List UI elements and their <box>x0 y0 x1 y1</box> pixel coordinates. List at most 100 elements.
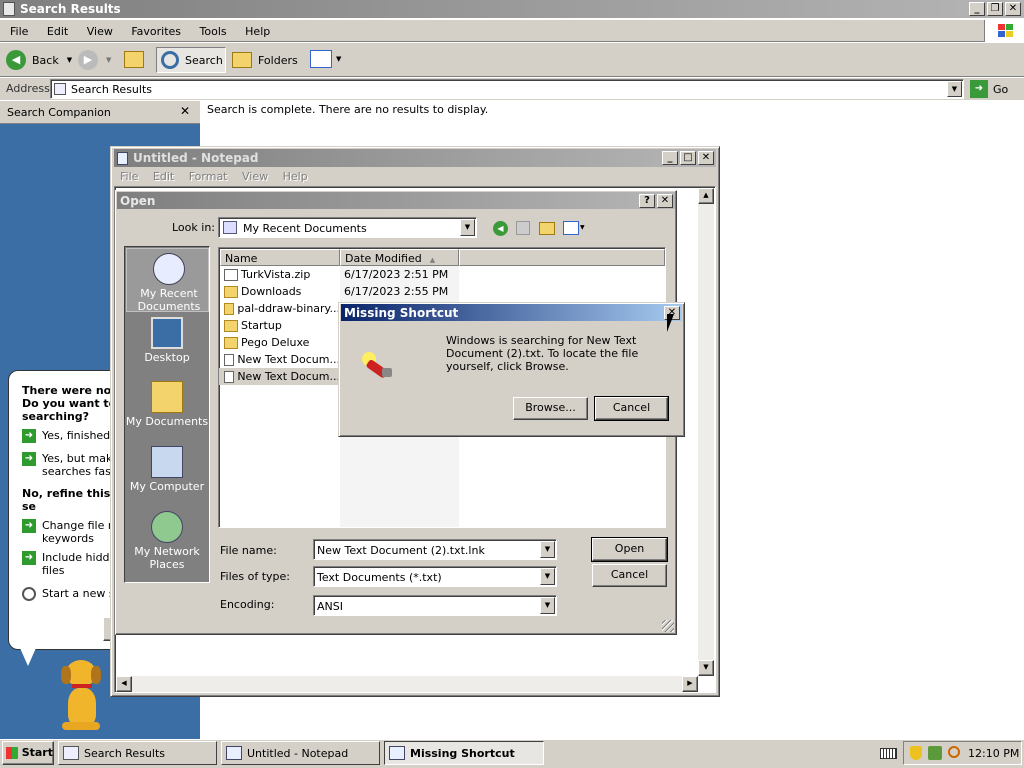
encoding-dropdown-icon[interactable]: ▼ <box>540 597 555 614</box>
missing-shortcut-cancel-button[interactable]: Cancel <box>594 396 669 421</box>
column-header-date[interactable]: Date Modified ▲ <box>340 249 459 266</box>
security-shield-icon[interactable] <box>910 746 922 760</box>
file-name: New Text Docum... <box>237 370 340 383</box>
back-button[interactable]: ◀ Back ▼ <box>6 49 72 71</box>
open-button[interactable]: Open <box>591 537 668 562</box>
file-shortcut-icon <box>224 353 235 366</box>
place-my-documents[interactable]: My Documents <box>125 381 209 428</box>
back-dropdown-icon[interactable]: ▼ <box>67 56 72 64</box>
file-shortcut-icon <box>224 268 238 281</box>
up-folder-icon[interactable] <box>124 51 144 68</box>
new-folder-icon[interactable] <box>539 222 555 235</box>
address-label: Address <box>6 82 50 95</box>
menu-edit[interactable]: Edit <box>47 25 68 38</box>
green-arrow-icon: ➜ <box>22 551 36 565</box>
notepad-titlebar[interactable]: Untitled - Notepad _ □ ✕ <box>114 149 716 167</box>
minimize-button[interactable]: _ <box>969 2 985 16</box>
open-close-button[interactable]: ✕ <box>657 193 673 208</box>
notepad-menu-format[interactable]: Format <box>189 170 228 183</box>
resize-grip-icon[interactable] <box>662 620 674 632</box>
menu-file[interactable]: File <box>10 25 28 38</box>
balloon-tail <box>20 648 36 666</box>
browse-button[interactable]: Browse... <box>513 397 588 420</box>
look-in-dropdown-icon[interactable]: ▼ <box>460 219 475 236</box>
recent-documents-icon <box>153 253 185 285</box>
go-button[interactable]: ➜ Go <box>970 79 1008 99</box>
search-window-title: Search Results <box>20 2 121 16</box>
search-toolbar-button[interactable]: Search <box>156 47 226 73</box>
scroll-down-icon[interactable]: ▼ <box>698 660 714 676</box>
menu-favorites[interactable]: Favorites <box>131 25 181 38</box>
menu-help[interactable]: Help <box>245 25 270 38</box>
forward-dropdown-icon[interactable]: ▼ <box>106 56 111 64</box>
taskbar-missing-shortcut[interactable]: Missing Shortcut <box>384 741 544 765</box>
flashlight-icon <box>362 352 394 380</box>
notepad-minimize-button[interactable]: _ <box>662 151 678 165</box>
scroll-up-icon[interactable]: ▲ <box>698 188 714 204</box>
places-bar: My Recent Documents Desktop My Documents… <box>124 246 210 583</box>
search-window-titlebar[interactable]: Search Results _ ❐ ✕ <box>0 0 1024 18</box>
taskbar-notepad[interactable]: Untitled - Notepad <box>221 741 380 765</box>
start-button[interactable]: Start <box>2 741 54 765</box>
open-dialog-titlebar[interactable]: Open ? ✕ <box>117 192 675 209</box>
search-tray-icon[interactable] <box>948 746 960 758</box>
files-of-type-dropdown[interactable]: Text Documents (*.txt) ▼ <box>313 566 557 587</box>
notepad-menu-edit[interactable]: Edit <box>153 170 174 183</box>
file-type-dropdown-icon[interactable]: ▼ <box>540 568 555 585</box>
file-name: pal-ddraw-binary... <box>237 302 340 315</box>
place-my-computer[interactable]: My Computer <box>125 446 209 493</box>
notepad-maximize-button[interactable]: □ <box>680 151 696 165</box>
companion-close-icon[interactable]: ✕ <box>180 104 190 118</box>
file-name: TurkVista.zip <box>241 268 311 281</box>
file-name: Downloads <box>241 285 302 298</box>
search-results-icon <box>63 746 79 760</box>
folders-button[interactable]: Folders <box>232 49 298 71</box>
open-help-button[interactable]: ? <box>639 193 655 208</box>
file-row[interactable]: TurkVista.zip 6/17/2023 2:51 PM <box>219 266 665 283</box>
back-green-icon[interactable]: ◀ <box>493 221 508 236</box>
notepad-horizontal-scrollbar[interactable]: ◀ ▶ <box>116 676 698 692</box>
file-name: Pego Deluxe <box>241 336 310 349</box>
place-my-network-places[interactable]: My Network Places <box>125 511 209 571</box>
recent-docs-icon <box>223 221 237 234</box>
file-name-dropdown-icon[interactable]: ▼ <box>540 541 555 558</box>
scroll-right-icon[interactable]: ▶ <box>682 676 698 692</box>
views-button[interactable]: ▼ <box>310 50 341 68</box>
address-dropdown-icon[interactable]: ▼ <box>947 81 962 97</box>
menu-view[interactable]: View <box>87 25 113 38</box>
network-tray-icon[interactable] <box>928 746 942 760</box>
place-my-recent-documents[interactable]: My Recent Documents <box>126 248 209 313</box>
forward-arrow-icon[interactable]: ▶ <box>78 50 98 70</box>
taskbar-search-results[interactable]: Search Results <box>58 741 217 765</box>
go-arrow-icon: ➜ <box>970 80 988 98</box>
search-dog-icon[interactable] <box>56 660 106 732</box>
open-cancel-button[interactable]: Cancel <box>592 564 667 587</box>
keyboard-icon[interactable] <box>880 748 897 759</box>
green-arrow-icon: ➜ <box>22 429 36 443</box>
missing-shortcut-titlebar[interactable]: Missing Shortcut ✕ <box>341 304 682 321</box>
explorer-icon <box>3 2 15 16</box>
address-input[interactable]: Search Results ▼ <box>50 79 964 99</box>
look-in-dropdown[interactable]: My Recent Documents ▼ <box>218 217 477 238</box>
file-row[interactable]: Downloads 6/17/2023 2:55 PM <box>219 283 665 300</box>
notepad-menu-file[interactable]: File <box>120 170 138 183</box>
notepad-vertical-scrollbar[interactable]: ▲ ▼ <box>698 188 714 676</box>
up-one-level-icon[interactable] <box>516 221 530 235</box>
notepad-icon <box>117 151 128 165</box>
encoding-dropdown[interactable]: ANSI ▼ <box>313 595 557 616</box>
scroll-left-icon[interactable]: ◀ <box>116 676 132 692</box>
mouse-cursor-icon <box>667 314 674 332</box>
menu-tools[interactable]: Tools <box>200 25 227 38</box>
notepad-close-button[interactable]: ✕ <box>698 151 714 165</box>
column-header-name[interactable]: Name <box>220 249 340 266</box>
notepad-menu-help[interactable]: Help <box>283 170 308 183</box>
view-menu-icon[interactable] <box>563 221 579 235</box>
file-name-input[interactable]: New Text Document (2).txt.lnk ▼ <box>313 539 557 560</box>
desktop-icon <box>151 317 183 349</box>
close-button[interactable]: ✕ <box>1005 2 1021 16</box>
notepad-menu-view[interactable]: View <box>242 170 268 183</box>
notepad-icon <box>226 746 242 760</box>
place-desktop[interactable]: Desktop <box>125 317 209 364</box>
restore-button[interactable]: ❐ <box>987 2 1003 16</box>
file-shortcut-icon <box>224 370 235 383</box>
